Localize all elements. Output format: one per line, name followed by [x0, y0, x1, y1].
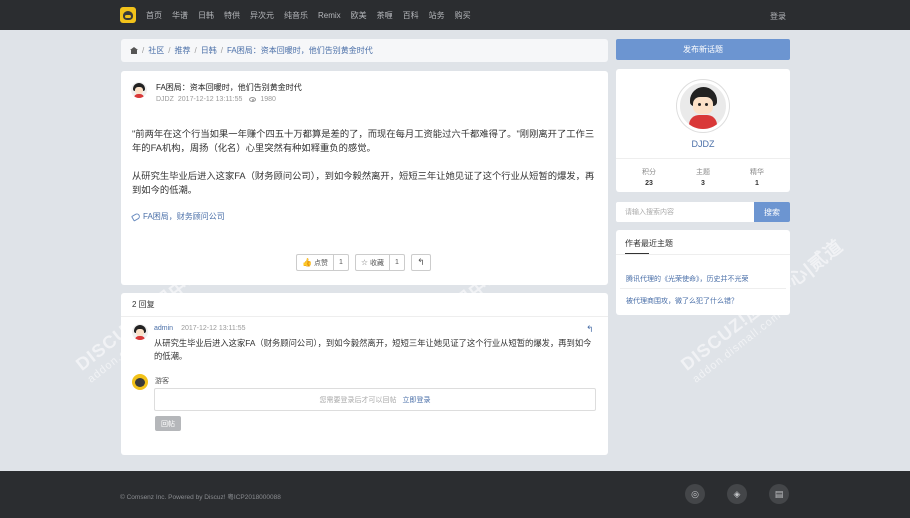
search-input[interactable] [616, 202, 754, 222]
tag-links[interactable]: FA困局，财务顾问公司 [143, 211, 225, 222]
nav-item[interactable]: 站务 [429, 10, 445, 21]
nav-item[interactable]: 茶喱 [377, 10, 393, 21]
reply-to-icon[interactable]: ↰ [586, 324, 594, 335]
star-icon: ☆ [360, 257, 369, 267]
divider [620, 288, 786, 289]
layers-icon[interactable]: ◈ [727, 484, 747, 504]
reply-avatar[interactable] [132, 324, 148, 340]
submit-reply-button[interactable]: 回帖 [155, 416, 181, 431]
profile-name[interactable]: DJDZ [616, 139, 790, 149]
camera-icon[interactable]: ◎ [685, 484, 705, 504]
stat-label: 积分 [642, 169, 656, 176]
login-prompt: 您需要登录后才可以回帖 [319, 396, 397, 404]
thumbs-up-icon: 👍 [302, 257, 312, 267]
login-now-link[interactable]: 立即登录 [403, 395, 431, 405]
login-link[interactable]: 登录 [770, 11, 786, 22]
nav-item[interactable]: 欧美 [351, 10, 367, 21]
breadcrumb-item[interactable]: 日韩 [201, 45, 217, 56]
recent-topic-link[interactable]: 腾讯代理的《光荣使命》，历史并不光荣 [626, 274, 749, 284]
reply-input-box[interactable]: 您需要登录后才可以回帖 立即登录 [154, 388, 596, 411]
stat-label: 精华 [750, 169, 764, 176]
stat-points: 积分 23 [624, 167, 674, 187]
favorite-count: 1 [395, 259, 399, 266]
favorite-button[interactable]: ☆ 收藏 1 [354, 254, 405, 271]
divider [616, 158, 790, 159]
nav-item[interactable]: 购买 [455, 10, 471, 21]
author-avatar[interactable] [131, 82, 147, 98]
top-navbar: 首页 华谱 日韩 特供 异次元 纯音乐 Remix 欧美 茶喱 百科 站务 购买… [0, 0, 910, 30]
like-count: 1 [338, 259, 343, 266]
nav-item-home[interactable]: 首页 [146, 10, 162, 21]
reply-meta: admin 2017-12-12 13:11:55 [154, 325, 246, 332]
nav-item[interactable]: 异次元 [250, 10, 274, 21]
post-paragraph: 从研究生毕业后进入这家FA（财务顾问公司），到如今毅然离开，短短三年让她见证了这… [132, 171, 595, 195]
post-time: 2017-12-12 13:11:55 [177, 96, 243, 103]
stat-label: 主题 [696, 169, 710, 176]
stat-value: 1 [755, 180, 759, 187]
post-actions: 👍 点赞 1 ☆ 收藏 1 ↰ [296, 254, 431, 271]
recent-topics-title: 作者最近主题 [625, 239, 673, 248]
site-logo[interactable] [120, 7, 136, 23]
post-meta: DJDZ 2017-12-12 13:11:55 1980 [156, 96, 276, 103]
tag-icon [131, 211, 141, 222]
favorite-label: 收藏 [370, 259, 385, 267]
reply-icon: ↰ [417, 257, 425, 267]
nav-item[interactable]: 百科 [403, 10, 419, 21]
post-title: FA困局：资本回暖时，他们告别黄金时代 [156, 83, 302, 92]
message-icon[interactable]: ▤ [769, 484, 789, 504]
like-button[interactable]: 👍 点赞 1 [296, 254, 349, 271]
new-topic-button[interactable]: 发布新话题 [616, 39, 790, 60]
post-tags: FA困局，财务顾问公司 [131, 211, 225, 222]
nav-item[interactable]: Remix [318, 11, 341, 20]
nav-item[interactable]: 纯音乐 [284, 10, 308, 21]
search-button[interactable]: 搜索 [754, 202, 790, 222]
profile-avatar[interactable] [677, 80, 729, 132]
home-icon[interactable] [130, 47, 138, 54]
breadcrumb: / 社区 / 推荐 / 日韩 / FA困局：资本回暖时，他们告别黄金时代 [121, 39, 608, 62]
reply-time: 2017-12-12 13:11:55 [181, 325, 246, 332]
stat-topics: 主题 3 [678, 167, 728, 187]
like-label: 点赞 [313, 259, 328, 267]
post-views: 1980 [260, 96, 276, 103]
reply-text: 从研究生毕业后进入这家FA（财务顾问公司），到如今毅然离开，短短三年让她见证了这… [154, 338, 592, 361]
recent-topic-link[interactable]: 被代理商围攻，微了么犯了什么错？ [626, 296, 738, 306]
replies-header: 2 回复 [121, 293, 608, 317]
post-author[interactable]: DJDZ [156, 96, 174, 103]
breadcrumb-item[interactable]: 社区 [148, 45, 164, 56]
nav-item[interactable]: 华谱 [172, 10, 188, 21]
post-content: "前两年在这个行当如果一年赚个四五十万都算是差的了，而现在每月工资能过六千都难得… [132, 127, 598, 211]
guest-label: 游客 [155, 378, 169, 385]
reply-user[interactable]: admin [154, 325, 173, 332]
nav-menu: 首页 华谱 日韩 特供 异次元 纯音乐 Remix 欧美 茶喱 百科 站务 购买 [146, 0, 481, 30]
copyright: © Comsenz Inc. Powered by Discuz! 粤ICP20… [120, 494, 281, 501]
breadcrumb-item[interactable]: 推荐 [174, 45, 190, 56]
eye-icon [249, 97, 257, 102]
post-paragraph: "前两年在这个行当如果一年赚个四五十万都算是差的了，而现在每月工资能过六千都难得… [132, 129, 595, 153]
breadcrumb-current[interactable]: FA困局：资本回暖时，他们告别黄金时代 [227, 45, 373, 56]
reply-button[interactable]: ↰ [410, 254, 431, 271]
nav-item[interactable]: 日韩 [198, 10, 214, 21]
stat-value: 23 [645, 180, 653, 187]
nav-item[interactable]: 特供 [224, 10, 240, 21]
stat-featured: 精华 1 [732, 167, 782, 187]
stat-value: 3 [701, 180, 705, 187]
guest-avatar [132, 374, 148, 390]
divider [616, 254, 790, 255]
title-underline [625, 253, 649, 254]
replies-panel: 2 回复 [121, 293, 608, 455]
